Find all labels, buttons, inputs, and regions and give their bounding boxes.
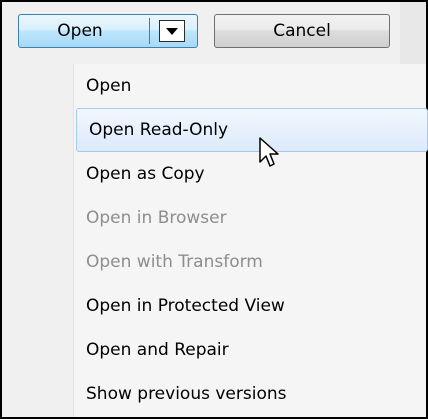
menu-item-open[interactable]: Open [74, 64, 426, 108]
open-dropdown-button[interactable] [159, 20, 185, 42]
chevron-down-icon [166, 28, 178, 35]
menu-item-label: Open with Transform [86, 252, 263, 272]
menu-item-open-and-repair[interactable]: Open and Repair [74, 328, 426, 372]
cancel-button-label: Cancel [273, 21, 331, 41]
menu-item-label: Open [86, 76, 132, 96]
menu-item-label: Show previous versions [86, 384, 287, 404]
button-bar: Open Cancel [2, 2, 426, 64]
cancel-button[interactable]: Cancel [214, 14, 390, 48]
menu-item-show-previous-versions[interactable]: Show previous versions [74, 372, 426, 416]
menu-item-open-read-only[interactable]: Open Read-Only [76, 108, 428, 152]
menu-item-open-as-copy[interactable]: Open as Copy [74, 152, 426, 196]
dialog-frame: Open Cancel Open Open Read-Only Open as … [0, 0, 428, 419]
open-split-button[interactable]: Open [18, 14, 198, 48]
menu-item-label: Open Read-Only [89, 120, 229, 140]
menu-item-label: Open in Protected View [86, 296, 285, 316]
split-divider [149, 18, 150, 44]
open-button-label: Open [57, 21, 103, 41]
open-options-menu: Open Open Read-Only Open as Copy Open in… [2, 64, 428, 417]
menu-item-label: Open as Copy [86, 164, 205, 184]
menu-item-label: Open in Browser [86, 208, 227, 228]
menu-icon-gutter [2, 64, 74, 417]
button-bar-edge [400, 2, 426, 64]
menu-item-open-in-protected-view[interactable]: Open in Protected View [74, 284, 426, 328]
mouse-pointer-icon [259, 137, 279, 167]
menu-item-open-with-transform: Open with Transform [74, 240, 426, 284]
menu-item-label: Open and Repair [86, 340, 229, 360]
menu-item-open-in-browser: Open in Browser [74, 196, 426, 240]
